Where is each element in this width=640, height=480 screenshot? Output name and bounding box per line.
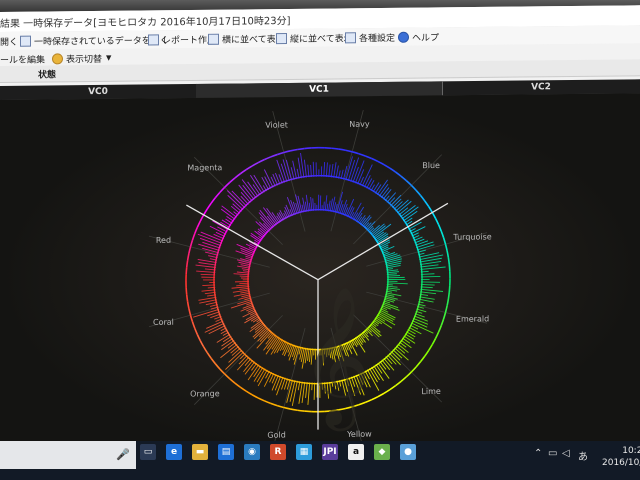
color-wheel-visualization: 𝄞 Violet Navy Blue Turquoise Emerald Lime Yell… xyxy=(0,93,640,456)
open-temp-data-button[interactable]: 一時保存されているデータを開く xyxy=(20,32,169,48)
amazon-icon[interactable]: a xyxy=(348,444,364,460)
treble-clef-icon: 𝄞 xyxy=(300,286,371,432)
spectrum-bar xyxy=(420,281,441,283)
task-view-icon[interactable]: ▭ xyxy=(140,444,156,460)
explorer-icon[interactable]: ▬ xyxy=(192,444,208,460)
ring-segment xyxy=(185,287,188,295)
r-app-icon[interactable]: R xyxy=(270,444,286,460)
ring-segment xyxy=(185,260,189,268)
display-toggle-button[interactable]: 表示切替 ▼ xyxy=(52,51,111,66)
spectrum-bar xyxy=(239,275,250,277)
ring-segment xyxy=(331,147,339,150)
status-label: 状態 xyxy=(38,70,57,81)
edit-tool-label: ールを編集 xyxy=(0,55,46,66)
settings-icon xyxy=(345,31,356,43)
windows-taskbar: 🎤 ▭ e ▬ ▤ ◉ R ▦ JPI a ◆ ● ⌃ ▭ ◁ あ 10:24 2016/10/1 xyxy=(0,441,640,480)
tile-vertical-label: 縦に並べて表示 xyxy=(290,33,353,45)
wheel-canvas: 𝄞 xyxy=(0,93,640,456)
ring-segment xyxy=(324,146,332,150)
spectrum-bar xyxy=(420,270,429,273)
color-label-emerald: Emerald xyxy=(455,314,490,325)
network-icon[interactable]: ▭ xyxy=(548,448,557,459)
settings-label: 各種設定 xyxy=(359,33,396,44)
color-label-violet: Violet xyxy=(265,120,288,131)
color-label-yellow: Yellow xyxy=(347,429,372,439)
dropdown-arrow-icon: ▼ xyxy=(106,53,112,62)
clock-date: 2016/10/1 xyxy=(602,458,640,468)
ring-segment xyxy=(448,285,451,293)
color-label-magenta: Magenta xyxy=(187,163,223,173)
ring-segment xyxy=(304,147,312,150)
report-icon xyxy=(148,33,159,45)
window-title: 結果 一時保存データ[ヨモヒロタカ 2016年10月17日10時23分] xyxy=(0,15,291,30)
color-label-lime: Lime xyxy=(421,387,441,397)
ring-segment xyxy=(297,147,305,151)
ring-segment xyxy=(448,264,451,272)
game-icon[interactable]: ◆ xyxy=(374,444,390,460)
taskbar-search[interactable]: 🎤 xyxy=(0,441,136,469)
tray-chevron-icon[interactable]: ⌃ xyxy=(534,448,542,459)
calc-app-icon[interactable]: ▦ xyxy=(296,444,312,460)
folder-icon xyxy=(20,35,31,47)
ring-segment xyxy=(185,267,188,275)
help-label: ヘルプ xyxy=(412,32,440,44)
tile-vertical-icon xyxy=(276,32,287,44)
microphone-icon[interactable]: 🎤 xyxy=(116,448,130,461)
display-toggle-label: 表示切替 xyxy=(66,54,103,65)
ring-segment xyxy=(447,292,451,300)
open-label: 開く xyxy=(0,37,19,48)
color-label-orange: Orange xyxy=(190,389,220,399)
spectrum-bar xyxy=(201,276,216,278)
clock-time: 10:24 xyxy=(622,446,640,456)
volume-icon[interactable]: ◁ xyxy=(562,448,570,459)
help-icon xyxy=(398,31,409,43)
tile-horizontal-icon xyxy=(208,33,219,45)
store-icon[interactable]: ▤ xyxy=(218,444,234,460)
display-toggle-icon xyxy=(52,52,63,64)
jpi-app-icon[interactable]: JPI xyxy=(322,444,338,460)
color-label-blue: Blue xyxy=(422,160,440,170)
spectrum-bar xyxy=(386,284,393,286)
app-icon[interactable]: ● xyxy=(400,444,416,460)
taskbar-clock[interactable]: 10:24 2016/10/1 xyxy=(602,445,640,469)
ime-icon[interactable]: あ xyxy=(578,448,588,463)
spectrum-bar xyxy=(312,161,315,177)
settings-button[interactable]: 各種設定 xyxy=(345,30,395,45)
color-label-navy: Navy xyxy=(349,120,370,130)
open-button[interactable]: 開く xyxy=(0,34,18,48)
help-button[interactable]: ヘルプ xyxy=(398,29,439,43)
color-label-coral: Coral xyxy=(152,318,174,328)
tile-horizontal-button[interactable]: 横に並べて表示 xyxy=(208,31,285,46)
edit-tool-button[interactable]: ールを編集 xyxy=(0,52,45,66)
report-button[interactable]: レポート作成 xyxy=(148,32,216,47)
ring-segment xyxy=(185,294,189,302)
ring-segment xyxy=(447,257,451,265)
color-label-red: Red xyxy=(155,235,172,245)
color-label-gold: Gold xyxy=(267,430,286,440)
spectrum-bar xyxy=(207,286,216,289)
edge-icon[interactable]: e xyxy=(166,444,182,460)
app-window: 結果 一時保存データ[ヨモヒロタカ 2016年10月17日10時23分] 開く … xyxy=(0,5,640,456)
tile-vertical-button[interactable]: 縦に並べて表示 xyxy=(276,30,353,45)
photos-icon[interactable]: ◉ xyxy=(244,444,260,460)
spectrum-bar xyxy=(420,275,441,278)
color-label-turquoise: Turquoise xyxy=(453,231,492,242)
